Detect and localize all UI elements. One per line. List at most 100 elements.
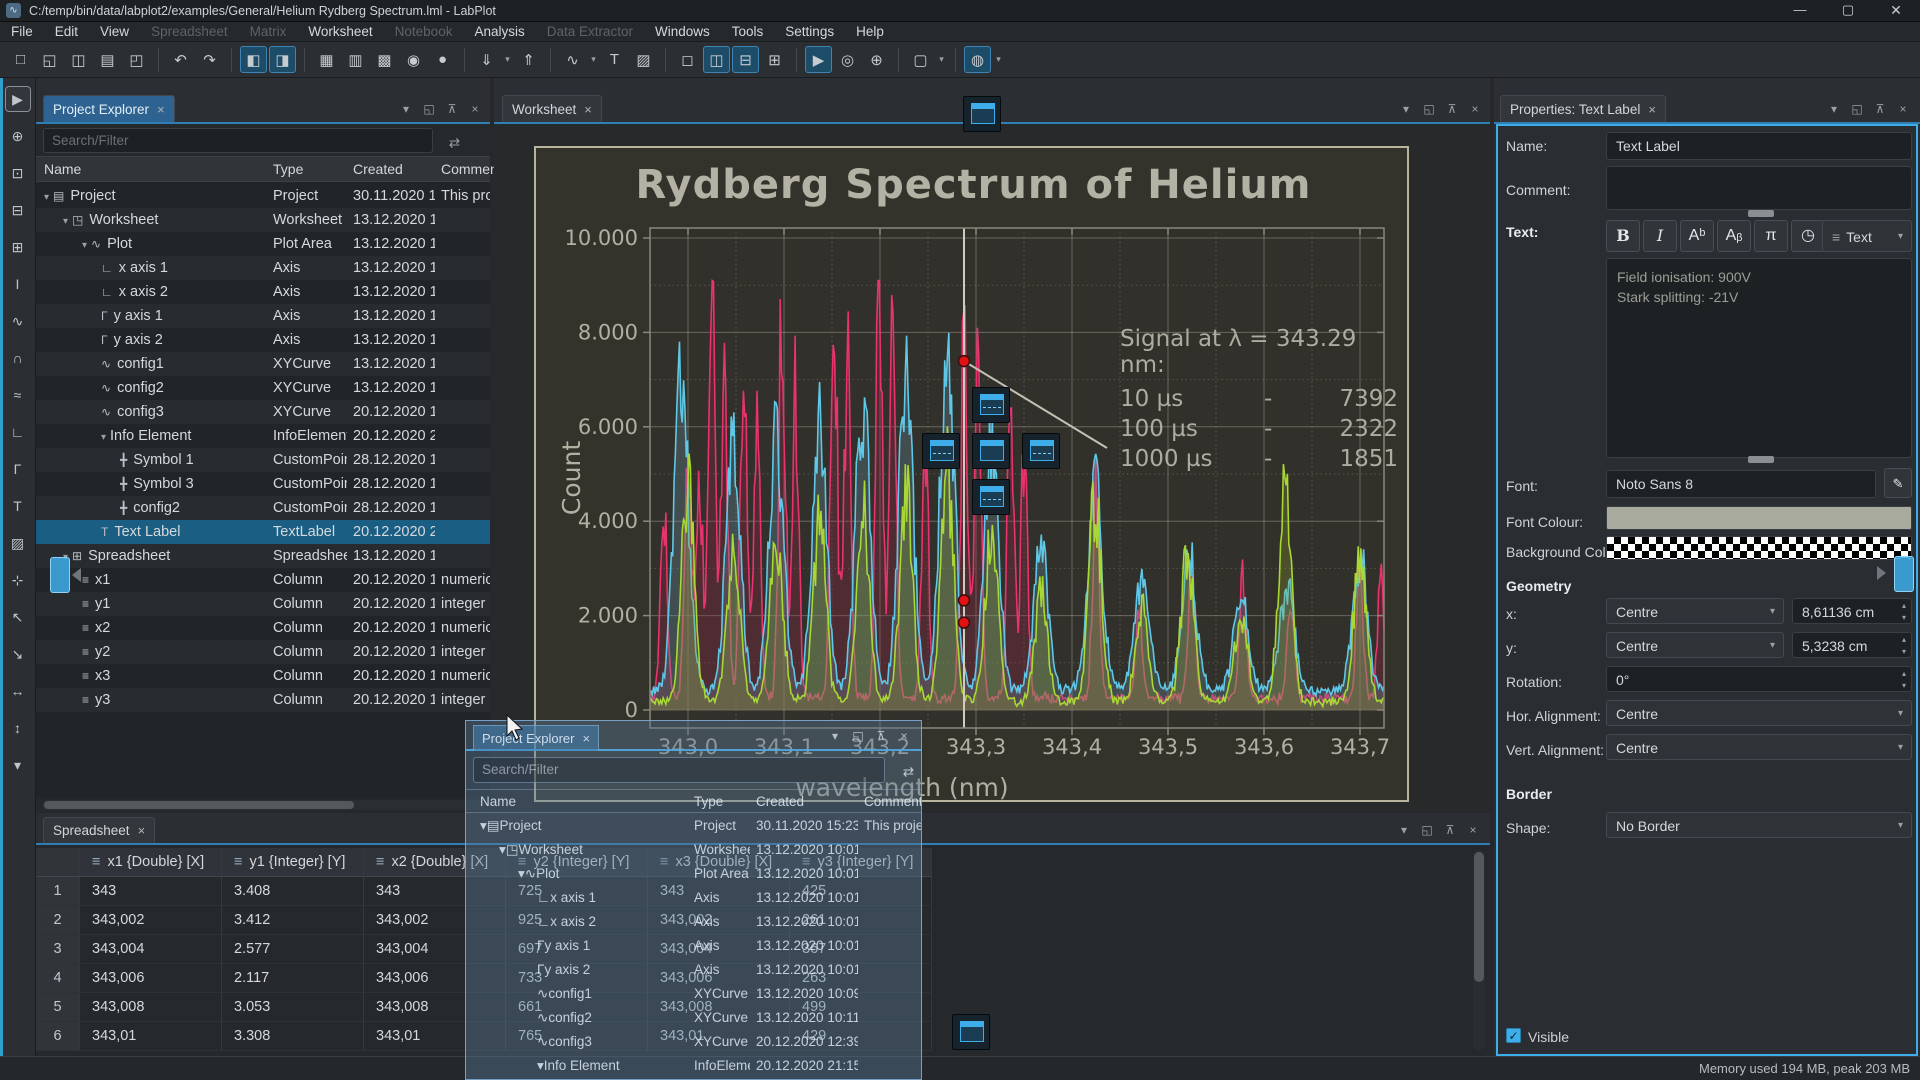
tree-header[interactable]: NameTypeCreatedComment (36, 156, 490, 182)
tree-row-project[interactable]: ▾▤ProjectProject30.11.2020 15:23This pro… (466, 814, 922, 838)
dock-menu-icon[interactable]: ▾ (1827, 102, 1841, 116)
fourier-curve-icon[interactable]: ≈ (5, 382, 31, 408)
tab-project-explorer-floating[interactable]: Project Explorer × (473, 725, 599, 751)
close-button[interactable]: ✕ (1872, 0, 1920, 22)
tree-row-project[interactable]: ▾▤ProjectProject30.11.2020 15:23This pro… (36, 184, 490, 208)
export-icon[interactable]: ⇑ (515, 46, 542, 73)
menu-tools[interactable]: Tools (721, 22, 775, 41)
cell-x1-row2[interactable]: 343,002 (80, 906, 222, 935)
dock-pin-icon[interactable]: ⊼ (1443, 823, 1457, 837)
row-header-3[interactable]: 3 (36, 935, 80, 964)
menu-view[interactable]: View (89, 22, 140, 41)
row-header-4[interactable]: 4 (36, 964, 80, 993)
zoom-fit-icon[interactable]: ⊕ (863, 46, 890, 73)
name-field[interactable]: Text Label (1606, 132, 1912, 160)
column-header-type[interactable]: Type (694, 790, 748, 813)
add-plot-icon[interactable]: ∿ (559, 46, 586, 73)
column-header-y1[interactable]: ≡y1 {Integer} [Y] (222, 848, 364, 877)
cell-y1-row3[interactable]: 2.577 (222, 935, 364, 964)
dock-float-icon[interactable]: ◱ (1850, 102, 1864, 116)
tab-properties-text-label[interactable]: Properties: Text Label × (1500, 95, 1666, 122)
close-icon[interactable]: × (584, 102, 592, 117)
text-frame-icon[interactable]: T (5, 493, 31, 519)
dock-close-icon[interactable]: × (1896, 102, 1910, 116)
expand-arrow-icon[interactable]: ▾ (101, 432, 106, 443)
tree-row-x-axis-1[interactable]: ∟x axis 1Axis13.12.2020 10:01 (36, 256, 490, 280)
tree-row-spreadsheet[interactable]: ▾⊞SpreadsheetSpreadsheet13.12.2020 10:08 (36, 544, 490, 568)
cell-y1-row5[interactable]: 3.053 (222, 993, 364, 1022)
dock-float-icon[interactable]: ◱ (1422, 102, 1436, 116)
font-colour-swatch[interactable] (1606, 506, 1912, 530)
vertical-scrollbar[interactable] (1473, 850, 1485, 1050)
magnification-icon-dropdown[interactable]: ▾ (992, 46, 1005, 73)
expand-arrow-icon[interactable]: ▾ (44, 192, 49, 203)
tree-row-x-axis-2[interactable]: ∟x axis 2Axis13.12.2020 10:01 (466, 910, 922, 934)
tile-windows-icon[interactable]: ◨ (269, 46, 296, 73)
magnification-icon[interactable]: ◍ (964, 46, 991, 73)
comment-field[interactable] (1606, 166, 1912, 210)
maximize-button[interactable]: ▢ (1824, 0, 1872, 22)
add-image-icon[interactable]: ▨ (630, 46, 657, 73)
zoom-select-region-icon[interactable]: ⊡ (5, 160, 31, 186)
dock-menu-icon[interactable]: ▾ (1397, 823, 1411, 837)
dock-float-icon[interactable]: ◱ (422, 102, 436, 116)
tree-row-plot[interactable]: ▾∿PlotPlot Area13.12.2020 10:01 (36, 232, 490, 256)
tree-row-config3[interactable]: ∿config3XYCurve20.12.2020 12:39 (36, 400, 490, 424)
new-matrix-icon[interactable]: ▩ (371, 46, 398, 73)
xy-curve-icon[interactable]: ∿ (5, 308, 31, 334)
dock-menu-icon[interactable]: ▾ (828, 729, 842, 743)
tree-row-y-axis-1[interactable]: Γy axis 1Axis13.12.2020 10:01 (36, 304, 490, 328)
zoom-out-region-icon[interactable]: ↘ (5, 641, 31, 667)
dock-float-icon[interactable]: ◱ (851, 729, 865, 743)
cell-y1-row6[interactable]: 3.308 (222, 1022, 364, 1051)
tree-row-info-element[interactable]: ▾Info ElementInfoElement20.12.2020 21:15 (466, 1054, 922, 1078)
search-input[interactable]: Search/Filter ⇄ (43, 128, 433, 153)
resize-grip[interactable] (1748, 456, 1774, 463)
zoom-in-region-icon[interactable]: ↖ (5, 604, 31, 630)
grid-layout-icon[interactable]: ⊞ (761, 46, 788, 73)
cell-x1-row6[interactable]: 343,01 (80, 1022, 222, 1051)
font-edit-button[interactable]: ✎ (1884, 468, 1912, 498)
tree-row-worksheet[interactable]: ▾◳WorksheetWorksheet13.12.2020 10:01 (466, 838, 922, 862)
undo-icon[interactable]: ↶ (167, 46, 194, 73)
search-input[interactable]: Search/Filter ⇄ (473, 757, 885, 783)
custom-point-icon[interactable]: ⊹ (5, 567, 31, 593)
tab-worksheet[interactable]: Worksheet × (502, 95, 602, 122)
cell-y1-row1[interactable]: 3.408 (222, 877, 364, 906)
histogram-icon[interactable]: ∩ (5, 345, 31, 371)
tree-row-y-axis-2[interactable]: Γy axis 2Axis13.12.2020 10:01 (466, 958, 922, 982)
shift-x-icon[interactable]: ↔ (5, 678, 31, 704)
tree-row-x2[interactable]: ≡x2Column20.12.2020 13:55numerical (36, 616, 490, 640)
tree-row-x-axis-2[interactable]: ∟x axis 2Axis13.12.2020 10:01 (36, 280, 490, 304)
tab-spreadsheet[interactable]: Spreadsheet × (43, 817, 155, 843)
x-value-spinbox[interactable]: 8,61136 cm▴▾ (1792, 598, 1912, 624)
dock-close-icon[interactable]: × (1468, 102, 1482, 116)
horizontal-scrollbar[interactable] (42, 800, 484, 810)
cell-y1-row4[interactable]: 2.117 (222, 964, 364, 993)
column-header-type[interactable]: Type (273, 157, 345, 182)
axis-bottom-icon[interactable]: ∟ (5, 419, 31, 445)
cell-y1-row2[interactable]: 3.412 (222, 906, 364, 935)
cell-x1-row3[interactable]: 343,004 (80, 935, 222, 964)
menu-worksheet[interactable]: Worksheet (297, 22, 383, 41)
crosshair-mode-icon[interactable]: ◎ (834, 46, 861, 73)
resize-grip[interactable] (1748, 210, 1774, 217)
save-project-icon[interactable]: ◫ (65, 46, 92, 73)
tree-row-config2[interactable]: ∿config2XYCurve13.12.2020 10:11 (36, 376, 490, 400)
dock-close-icon[interactable]: × (468, 102, 482, 116)
tree-row-plot[interactable]: ▾∿PlotPlot Area13.12.2020 10:01 (466, 862, 922, 886)
tree-row-y-axis-1[interactable]: Γy axis 1Axis13.12.2020 10:01 (466, 934, 922, 958)
text-cursor-icon[interactable]: I (5, 271, 31, 297)
new-spreadsheet-icon[interactable]: ▥ (342, 46, 369, 73)
row-header-5[interactable]: 5 (36, 993, 80, 1022)
new-project-icon[interactable]: □ (7, 46, 34, 73)
crosshair-icon[interactable]: ⊕ (5, 123, 31, 149)
x-position-combo[interactable]: Centre▾ (1606, 598, 1784, 624)
tree-row-x-axis-1[interactable]: ∟x axis 1Axis13.12.2020 10:01 (466, 886, 922, 910)
minimize-button[interactable]: — (1776, 0, 1824, 22)
expand-arrow-icon[interactable]: ▾ (518, 866, 525, 881)
text-edit-area[interactable]: Field ionisation: 900V Stark splitting: … (1606, 258, 1912, 458)
import-icon-dropdown[interactable]: ▾ (501, 46, 514, 73)
zoom-select-x-icon[interactable]: ⊟ (5, 197, 31, 223)
y-position-combo[interactable]: Centre▾ (1606, 632, 1784, 658)
